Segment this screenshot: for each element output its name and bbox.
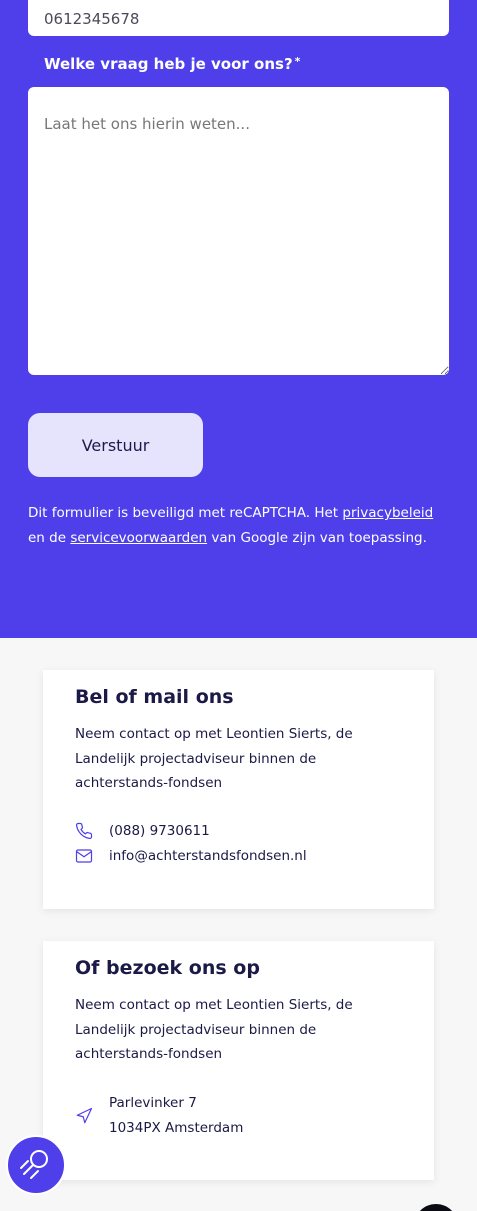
email-row[interactable]: info@achterstandsfondsen.nl <box>75 847 307 865</box>
email-address: info@achterstandsfondsen.nl <box>109 848 307 864</box>
recaptcha-text-1: Dit formulier is beveiligd met reCAPTCHA… <box>28 505 343 521</box>
phone-number: (088) 9730611 <box>109 823 210 839</box>
recaptcha-note: Dit formulier is beveiligd met reCAPTCHA… <box>28 501 453 551</box>
phone-row[interactable]: (088) 9730611 <box>75 822 210 840</box>
phone-input[interactable] <box>28 0 449 36</box>
address-block[interactable]: Parlevinker 7 1034PX Amsterdam <box>75 1091 243 1141</box>
chat-widget-button[interactable] <box>414 1204 458 1211</box>
recaptcha-text-2: en de <box>28 530 71 546</box>
address-city: 1034PX Amsterdam <box>109 1120 244 1136</box>
question-label-text: Welke vraag heb je voor ons? <box>44 55 293 73</box>
search-icon <box>18 1145 54 1185</box>
contact-form-section: Welke vraag heb je voor ons?* Verstuur D… <box>0 0 477 638</box>
navigation-arrow-icon <box>75 1107 93 1125</box>
card-title: Bel of mail ons <box>75 686 234 708</box>
question-label: Welke vraag heb je voor ons? * <box>44 55 300 73</box>
phone-icon <box>75 822 93 840</box>
address-street: Parlevinker 7 <box>109 1095 197 1111</box>
search-button[interactable] <box>6 1135 66 1195</box>
card-title: Of bezoek ons op <box>75 957 260 979</box>
call-or-mail-card: Bel of mail ons Neem contact op met Leon… <box>43 670 434 909</box>
question-textarea[interactable] <box>28 87 449 375</box>
card-description: Neem contact op met Leontien Sierts, de … <box>75 726 353 791</box>
submit-button[interactable]: Verstuur <box>28 413 203 477</box>
terms-of-service-link[interactable]: servicevoorwaarden <box>70 530 207 546</box>
recaptcha-text-3: van Google zijn van toepassing. <box>207 530 427 546</box>
card-description: Neem contact op met Leontien Sierts, de … <box>75 997 353 1062</box>
visit-card: Of bezoek ons op Neem contact op met Leo… <box>43 941 434 1180</box>
privacy-policy-link[interactable]: privacybeleid <box>342 505 433 521</box>
required-marker: * <box>294 55 301 68</box>
mail-icon <box>75 847 93 865</box>
address-lines: Parlevinker 7 1034PX Amsterdam <box>109 1091 243 1141</box>
